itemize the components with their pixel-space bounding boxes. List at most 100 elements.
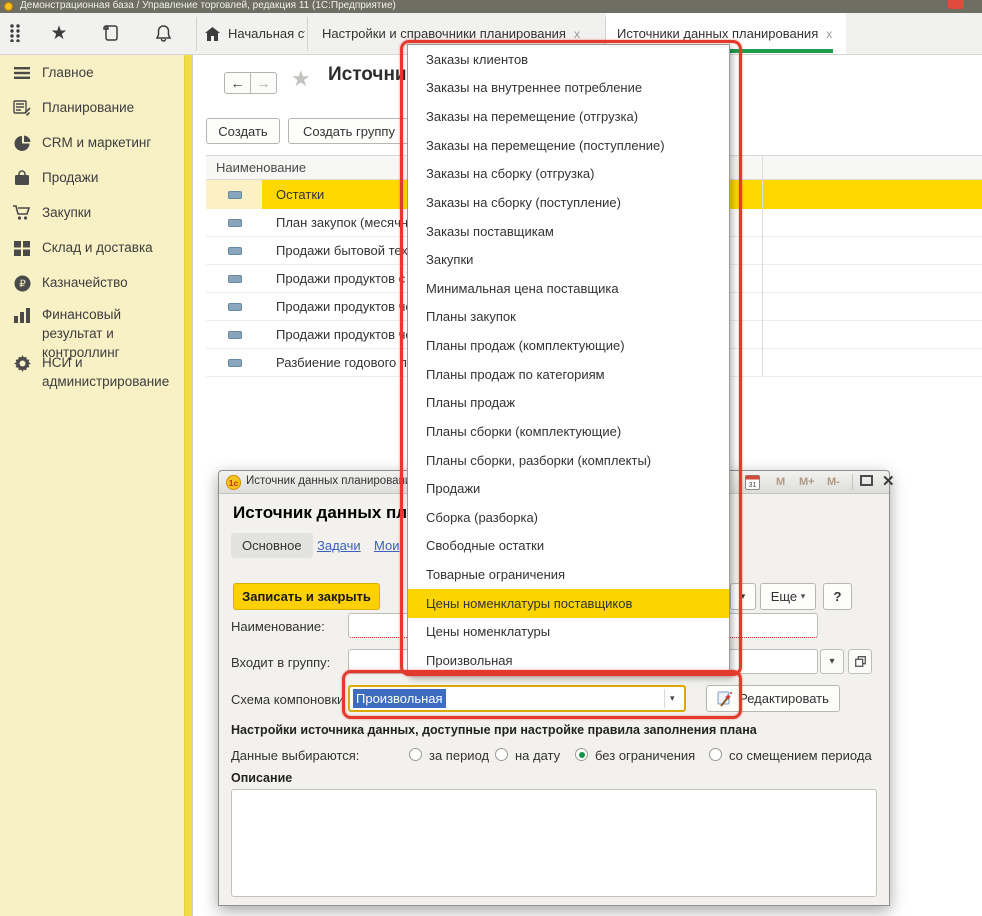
radio-za-period[interactable] [409,748,422,761]
data-source-icon [228,219,242,227]
window-close-button[interactable] [948,0,964,9]
dropdown-option[interactable]: Заказы поставщикам [408,217,729,246]
dialog-heading: Источник данных пл [233,503,407,523]
svg-text:31: 31 [749,482,757,489]
memory-plus-button[interactable]: M+ [799,476,815,488]
tab-close-icon[interactable]: x [826,27,832,41]
maximize-icon[interactable] [860,475,873,486]
titlebar-divider [852,474,853,490]
application-window: Демонстрационная база / Управление торго… [0,0,982,916]
dropdown-option[interactable]: Произвольная [408,646,729,675]
create-button[interactable]: Создать [206,118,280,144]
data-source-icon [228,331,242,339]
data-source-icon [228,191,242,199]
dropdown-option[interactable]: Планы сборки (комплектующие) [408,417,729,446]
dialog-title: Источник данных планировани [246,475,411,487]
column-separator [762,155,763,376]
svg-text:₽: ₽ [19,279,26,290]
memory-minus-button[interactable]: M- [827,476,840,488]
favorites-star-icon[interactable]: ★ [48,22,70,44]
notifications-bell-icon[interactable] [152,22,174,44]
sidebar-item-purchases[interactable]: Закупки [0,203,184,223]
sidebar-item-main[interactable]: Главное [0,63,184,83]
dropdown-option[interactable]: Заказы на сборку (поступление) [408,188,729,217]
bag-icon [12,168,32,188]
sections-menu-icon[interactable] [5,22,27,44]
planning-icon [12,98,32,118]
select-mode-label: Данные выбираются: [231,748,359,763]
dropdown-option[interactable]: Свободные остатки [408,532,729,561]
schema-combobox[interactable]: Произвольная ▾ [348,685,686,712]
group-field-label: Входит в группу: [231,655,330,670]
radio-period-shift[interactable] [709,748,722,761]
dropdown-option[interactable]: Планы продаж [408,389,729,418]
magic-wand-icon [717,691,733,707]
memory-recall-button[interactable]: M [776,476,785,488]
tab-home[interactable]: Начальная страница [205,13,305,54]
dropdown-option[interactable]: Планы закупок [408,303,729,332]
toolbar-divider [196,17,197,51]
favorite-page-star-icon[interactable]: ★ [291,66,311,92]
save-and-close-button[interactable]: Записать и закрыть [233,583,380,610]
dropdown-option[interactable]: Товарные ограничения [408,560,729,589]
dropdown-option-highlighted[interactable]: Цены номенклатуры поставщиков [408,589,729,618]
description-textarea[interactable] [231,789,877,897]
toolbar-fragment-button[interactable]: ▾ [730,583,756,610]
calendar-icon[interactable]: 31 [745,474,760,490]
home-icon [205,27,220,41]
dropdown-option[interactable]: Минимальная цена поставщика [408,274,729,303]
dropdown-option[interactable]: Заказы на внутреннее потребление [408,74,729,103]
create-group-button[interactable]: Создать группу [288,118,410,144]
dropdown-option[interactable]: Продажи [408,474,729,503]
sidebar-splitter[interactable] [184,55,192,916]
dropdown-option[interactable]: Планы продаж (комплектующие) [408,331,729,360]
dropdown-option[interactable]: Планы продаж по категориям [408,360,729,389]
open-form-icon [855,656,866,667]
dialog-tab-tasks[interactable]: Задачи [317,538,361,553]
data-source-icon [228,275,242,283]
sidebar-item-crm[interactable]: CRM и маркетинг [0,133,184,153]
sidebar-item-planning[interactable]: Планирование [0,98,184,118]
grid-icon [12,238,32,258]
hamburger-icon [12,63,32,83]
dropdown-option[interactable]: Планы сборки, разборки (комплекты) [408,446,729,475]
data-source-icon [228,247,242,255]
1c-logo-icon: 1c [226,475,241,490]
pie-chart-icon [12,133,32,153]
cart-icon [12,203,32,223]
sidebar-item-admin[interactable]: НСИ и администрирование [0,353,170,391]
more-button[interactable]: Еще ▾ [760,583,816,610]
combo-divider [664,689,665,708]
dropdown-option[interactable]: Заказы на перемещение (поступление) [408,131,729,160]
nav-forward-button[interactable]: → [250,72,277,94]
window-titlebar: Демонстрационная база / Управление торго… [0,0,982,13]
edit-schema-button[interactable]: Редактировать [706,685,840,712]
group-open-button[interactable] [848,649,872,674]
dialog-tab-main[interactable]: Основное [231,533,313,558]
tab-close-icon[interactable]: x [574,27,580,41]
radio-no-limit[interactable] [575,748,588,761]
dropdown-option[interactable]: Заказы на перемещение (отгрузка) [408,102,729,131]
schema-dropdown-arrow-icon[interactable]: ▾ [670,693,675,704]
sidebar-border [192,55,193,916]
dropdown-option[interactable]: Цены номенклатуры [408,618,729,647]
sidebar-item-treasury[interactable]: ₽ Казначейство [0,273,184,293]
close-icon[interactable]: ✕ [882,472,895,490]
nav-back-button[interactable]: ← [224,72,251,94]
dropdown-option[interactable]: Заказы на сборку (отгрузка) [408,160,729,189]
svg-text:1c: 1c [229,478,239,488]
description-label: Описание [231,771,292,785]
group-dropdown-button[interactable]: ▾ [820,649,844,674]
dropdown-option[interactable]: Закупки [408,245,729,274]
radio-na-datu[interactable] [495,748,508,761]
section-title: Настройки источника данных, доступные пр… [231,723,757,737]
page-title: Источни [328,64,407,86]
name-field-label: Наименование: [231,619,325,634]
sidebar-item-sales[interactable]: Продажи [0,168,184,188]
dropdown-option[interactable]: Сборка (разборка) [408,503,729,532]
help-button[interactable]: ? [823,583,852,610]
dropdown-option[interactable]: Заказы клиентов [408,45,729,74]
history-icon[interactable] [100,22,122,44]
sidebar-item-warehouse[interactable]: Склад и доставка [0,238,184,258]
dialog-tab-more[interactable]: Мои [374,538,399,553]
